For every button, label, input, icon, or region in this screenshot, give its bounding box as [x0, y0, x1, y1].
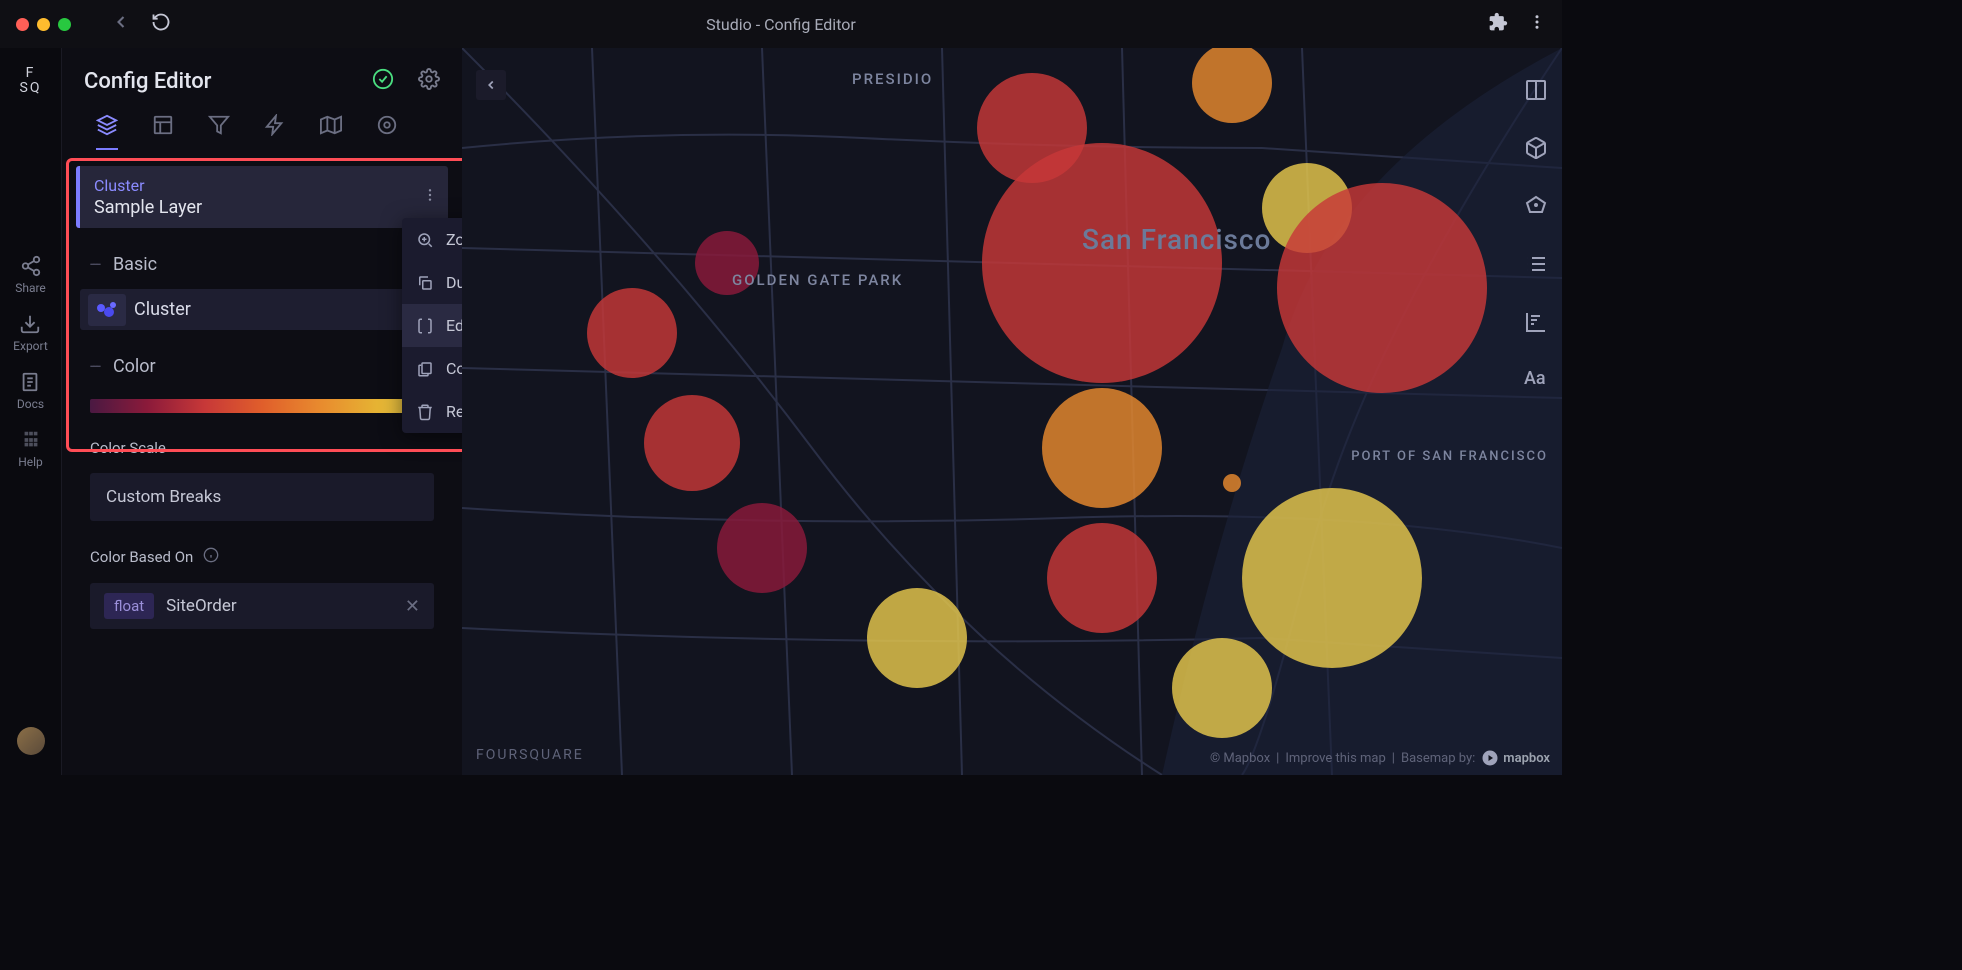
3d-icon[interactable]: [1524, 136, 1548, 164]
traffic-lights: [16, 18, 71, 31]
layer-menu-button[interactable]: [422, 187, 438, 207]
panel-title: Config Editor: [84, 69, 211, 94]
ctx-zoom-to[interactable]: Zoom to: [402, 218, 462, 261]
validate-icon[interactable]: [372, 68, 394, 94]
basic-heading: Basic: [113, 254, 157, 275]
attr-improve[interactable]: Improve this map: [1285, 751, 1385, 766]
rail-export[interactable]: Export: [13, 313, 48, 353]
color-scale-select[interactable]: Custom Breaks: [90, 473, 434, 521]
map-attribution: © Mapbox| Improve this map| Basemap by: …: [1210, 749, 1550, 767]
ctx-edit-label: Edit config: [446, 316, 462, 335]
logo-line1: F: [20, 66, 42, 81]
section-color-based: Color Based On: [80, 539, 444, 575]
rail-docs-label: Docs: [17, 397, 44, 411]
map-canvas[interactable]: PRESIDIO GOLDEN GATE PARK San Francisco …: [462, 48, 1562, 775]
layer-row[interactable]: Cluster Sample Layer: [76, 166, 448, 228]
layer-type-label: Cluster: [94, 176, 434, 195]
rail-export-label: Export: [13, 339, 48, 353]
rail-share[interactable]: Share: [15, 255, 46, 295]
map-label-port: PORT OF SAN FRANCISCO: [1351, 448, 1548, 466]
map-svg: [462, 48, 1562, 775]
map-label-ggp: GOLDEN GATE PARK: [732, 270, 903, 291]
ctx-duplicate-label: Duplicate: [446, 273, 462, 292]
brand-logo: F SQ: [20, 66, 42, 97]
cluster-thumb-icon: [88, 294, 126, 326]
ctx-remove-label: Remove: [446, 402, 462, 421]
foursquare-watermark: FOURSQUARE: [476, 747, 584, 763]
logo-line2: SQ: [20, 81, 42, 96]
config-tabs: [96, 114, 448, 150]
collapse-panel-button[interactable]: [476, 70, 506, 100]
clear-field-button[interactable]: ✕: [405, 596, 420, 617]
maximize-window-button[interactable]: [58, 18, 71, 31]
reload-button[interactable]: [151, 12, 171, 36]
section-color-header[interactable]: ---Color: [80, 348, 444, 385]
color-field-select[interactable]: float SiteOrder ✕: [90, 583, 434, 629]
map-label-sf: San Francisco: [1082, 223, 1271, 256]
map-label-presidio: PRESIDIO: [852, 70, 933, 88]
attr-mapbox[interactable]: © Mapbox: [1210, 751, 1270, 766]
tab-interactions[interactable]: [264, 114, 286, 150]
ctx-copy-config[interactable]: Copy config: [402, 347, 462, 390]
rail-docs[interactable]: Docs: [17, 371, 44, 411]
window-titlebar: Studio - Config Editor: [0, 0, 1562, 48]
layer-context-menu: Zoom to Duplicate Edit config Copy confi…: [402, 218, 462, 433]
chart-icon[interactable]: [1524, 310, 1548, 338]
ctx-zoom-label: Zoom to: [446, 230, 462, 249]
color-scale-value: Custom Breaks: [106, 487, 221, 507]
section-basic-header[interactable]: ---Basic: [80, 246, 444, 283]
cluster-label: Cluster: [134, 299, 191, 320]
ctx-remove[interactable]: Remove: [402, 390, 462, 433]
window-title: Studio - Config Editor: [706, 15, 856, 34]
geo-icon[interactable]: [1524, 194, 1548, 222]
map-tools-rail: Aa: [1524, 78, 1548, 389]
color-based-heading: Color Based On: [90, 548, 193, 566]
rail-help[interactable]: Help: [18, 429, 43, 469]
color-heading: Color: [113, 356, 156, 377]
field-name: SiteOrder: [166, 596, 236, 616]
tab-layers[interactable]: [96, 114, 118, 150]
menu-dots-icon[interactable]: [1528, 13, 1546, 35]
settings-icon[interactable]: [418, 68, 440, 94]
ctx-copy-label: Copy config: [446, 359, 462, 378]
tab-view[interactable]: [376, 114, 398, 150]
minimize-window-button[interactable]: [37, 18, 50, 31]
back-button[interactable]: [111, 12, 131, 36]
config-editor-panel: Config Editor Cluster Sample Layer ---Ba…: [62, 48, 462, 775]
tab-filters[interactable]: [208, 114, 230, 150]
field-type-pill: float: [104, 593, 154, 619]
section-color-scale: Color Scale: [80, 431, 444, 465]
mapbox-logo[interactable]: mapbox: [1481, 749, 1550, 767]
user-avatar[interactable]: [17, 727, 45, 755]
split-map-icon[interactable]: [1524, 78, 1548, 106]
layer-type-selector[interactable]: Cluster: [80, 289, 444, 330]
close-window-button[interactable]: [16, 18, 29, 31]
layer-name-label: Sample Layer: [94, 197, 434, 218]
rail-help-label: Help: [18, 455, 43, 469]
attr-basemap: Basemap by:: [1401, 751, 1475, 766]
extensions-icon[interactable]: [1488, 12, 1508, 36]
app-rail: F SQ Share Export Docs Help: [0, 48, 62, 775]
color-scale-heading: Color Scale: [90, 439, 166, 457]
rail-share-label: Share: [15, 281, 46, 295]
color-ramp[interactable]: [90, 399, 434, 413]
tab-columns[interactable]: [152, 114, 174, 150]
legend-icon[interactable]: [1524, 252, 1548, 280]
text-icon[interactable]: Aa: [1524, 368, 1548, 389]
ctx-duplicate[interactable]: Duplicate: [402, 261, 462, 304]
tab-basemap[interactable]: [320, 114, 342, 150]
info-icon[interactable]: [203, 547, 219, 567]
ctx-edit-config[interactable]: Edit config: [402, 304, 462, 347]
